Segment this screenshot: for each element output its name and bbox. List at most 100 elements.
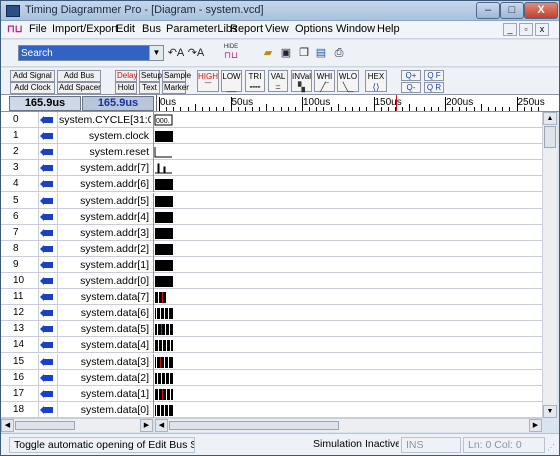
names-scroll-right-icon[interactable]: ▶ [140,419,153,432]
hide-button[interactable]: HIDE ⊓⊔ [221,43,241,63]
signal-direction-cell[interactable] [40,353,58,370]
signal-row[interactable]: 8 system.addr[2] [1,240,542,257]
signal-direction-cell[interactable] [40,192,58,209]
signal-row[interactable]: 10 system.addr[0] [1,273,542,289]
menu-help[interactable]: Help [377,23,400,35]
menu-options[interactable]: Options [295,23,333,35]
add-signal-button[interactable]: Add Signal [10,70,55,82]
setup-button[interactable]: Setup [139,70,162,82]
signal-name[interactable]: system.addr[3] [59,225,151,241]
names-horizontal-scrollbar[interactable]: ◀ ▶ [1,418,153,432]
signal-row[interactable]: 0 system.CYCLE[31:0] 000. [1,112,542,128]
signal-name[interactable]: system.addr[0] [59,273,151,289]
signal-waveform[interactable] [153,369,542,386]
signal-waveform[interactable] [153,305,542,322]
minimize-button[interactable]: – [476,2,500,19]
signal-row[interactable]: 12 system.data[6] [1,305,542,322]
wave-wlo-button[interactable]: WLO ╲_ [337,70,359,92]
open-folder-icon[interactable]: ▰ [259,44,277,62]
signal-waveform[interactable] [153,321,542,338]
menu-import-export[interactable]: Import/Export [52,23,118,35]
menu-view[interactable]: View [265,23,289,35]
signal-direction-cell[interactable] [40,369,58,386]
signal-direction-cell[interactable] [40,128,58,145]
signal-name[interactable]: system.addr[2] [59,241,151,257]
signal-row[interactable]: 15 system.data[3] [1,353,542,370]
signal-name[interactable]: system.data[6] [59,305,151,321]
signal-waveform[interactable] [153,160,542,177]
signal-name[interactable]: system.addr[1] [59,257,151,273]
signal-direction-cell[interactable] [40,208,58,225]
add-spacer-button[interactable]: Add Spacer [57,82,101,94]
signal-waveform[interactable] [153,401,542,418]
maximize-button[interactable]: □ [500,2,524,19]
mdi-close-button[interactable]: x [535,23,549,36]
scroll-down-icon[interactable]: ▼ [543,405,557,418]
copy-icon[interactable]: ❐ [295,44,313,62]
signal-row[interactable]: 6 system.addr[4] [1,208,542,225]
signal-waveform[interactable] [153,144,542,161]
signal-name[interactable]: system.data[2] [59,370,151,386]
wave-val-button[interactable]: VAL = [268,70,288,92]
text-button[interactable]: Text [139,82,160,94]
signal-direction-cell[interactable] [40,176,58,193]
wave-scroll-left-icon[interactable]: ◀ [155,419,168,432]
signal-name[interactable]: system.data[1] [59,386,151,402]
menu-parameterlibs[interactable]: ParameterLibs [166,23,238,35]
wave-tri-button[interactable]: TRI ╍╍ [245,70,265,92]
menu-report[interactable]: Report [230,23,263,35]
signal-waveform[interactable] [153,240,542,257]
signal-waveform[interactable] [153,289,542,306]
signal-name[interactable]: system.CYCLE[31:0] [59,112,151,128]
zoom-out-button[interactable]: Q- [401,82,421,93]
signal-name[interactable]: system.data[4] [59,337,151,353]
search-dropdown-icon[interactable]: ▼ [149,46,163,60]
signal-name[interactable]: system.addr[4] [59,209,151,225]
mdi-restore-button[interactable]: ▫ [519,23,533,36]
signal-waveform[interactable] [153,192,542,209]
save-icon[interactable]: ▣ [277,44,295,62]
signal-direction-cell[interactable] [40,337,58,354]
signal-direction-cell[interactable] [40,401,58,418]
signal-direction-cell[interactable] [40,273,58,289]
signal-row[interactable]: 4 system.addr[6] [1,176,542,193]
signal-waveform[interactable] [153,224,542,241]
find-forward-icon[interactable]: ↷A [187,44,205,62]
signal-row[interactable]: 13 system.data[5] [1,321,542,338]
signal-row[interactable]: 3 system.addr[7] [1,160,542,177]
cursor-marker[interactable] [396,95,398,111]
signal-row[interactable]: 5 system.addr[5] [1,192,542,209]
wave-high-button[interactable]: HIGH ‾‾ [197,70,219,92]
signal-direction-cell[interactable] [40,256,58,273]
signal-direction-cell[interactable] [40,385,58,402]
time-ruler[interactable]: 0us 50us 100us 150us 200us 250us [156,95,545,111]
signal-direction-cell[interactable] [40,144,58,161]
signal-name[interactable]: system.data[3] [59,354,151,370]
names-scroll-thumb[interactable] [15,421,75,430]
add-clock-button[interactable]: Add Clock [10,82,55,94]
waveform-horizontal-scrollbar[interactable]: ◀ ▶ [155,418,542,432]
menu-window[interactable]: Window [336,23,375,35]
mdi-minimize-button[interactable]: _ [503,23,517,36]
print-icon[interactable]: ⎙ [330,44,348,62]
signal-waveform[interactable] [153,256,542,273]
wave-scroll-thumb[interactable] [169,421,339,430]
signal-waveform[interactable] [153,176,542,193]
signal-waveform[interactable]: 000. [153,112,542,128]
signal-waveform[interactable] [153,353,542,370]
signal-row[interactable]: 1 system.clock [1,128,542,145]
sample-button[interactable]: Sample [162,70,191,82]
export-icon[interactable]: ▤ [312,44,330,62]
vertical-scrollbar[interactable]: ▲ ▼ [542,112,557,418]
signal-waveform[interactable] [153,208,542,225]
signal-row[interactable]: 11 system.data[7] [1,289,542,306]
find-back-icon[interactable]: ↶A [167,44,185,62]
close-button[interactable]: X [524,2,558,19]
wave-hex-button[interactable]: HEX ⟨⟩ [365,70,387,92]
wave-whi-button[interactable]: WHI ╱‾ [314,70,335,92]
zoom-in-button[interactable]: Q+ [401,70,421,81]
signal-direction-cell[interactable] [40,160,58,177]
vertical-scroll-thumb[interactable] [544,126,556,148]
signal-direction-cell[interactable] [40,112,58,128]
wave-scroll-right-icon[interactable]: ▶ [529,419,542,432]
